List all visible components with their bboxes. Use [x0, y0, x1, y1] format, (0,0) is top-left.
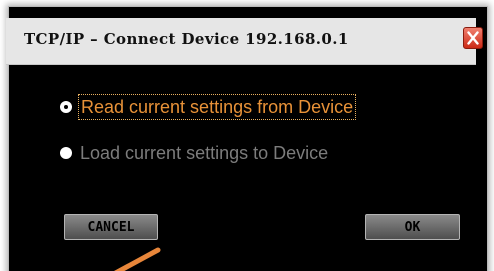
- option-load-label[interactable]: Load current settings to Device: [78, 141, 330, 165]
- pointer-arrow-icon: [113, 247, 161, 271]
- option-load-to-device[interactable]: Load current settings to Device: [60, 141, 330, 165]
- cancel-button[interactable]: CANCEL: [64, 214, 158, 240]
- dialog-title: TCP/IP – Connect Device 192.168.0.1: [24, 30, 349, 48]
- option-read-label[interactable]: Read current settings from Device: [78, 94, 357, 120]
- page: TCP/IP – Connect Device 192.168.0.1 Read…: [0, 0, 494, 271]
- ok-button[interactable]: OK: [365, 214, 460, 240]
- close-icon: [467, 31, 479, 45]
- radio-checked-icon[interactable]: [60, 101, 72, 113]
- option-read-from-device[interactable]: Read current settings from Device: [60, 94, 357, 120]
- dialog-titlebar: TCP/IP – Connect Device 192.168.0.1: [6, 18, 483, 65]
- radio-unchecked-icon[interactable]: [60, 147, 72, 159]
- close-button[interactable]: [463, 27, 483, 49]
